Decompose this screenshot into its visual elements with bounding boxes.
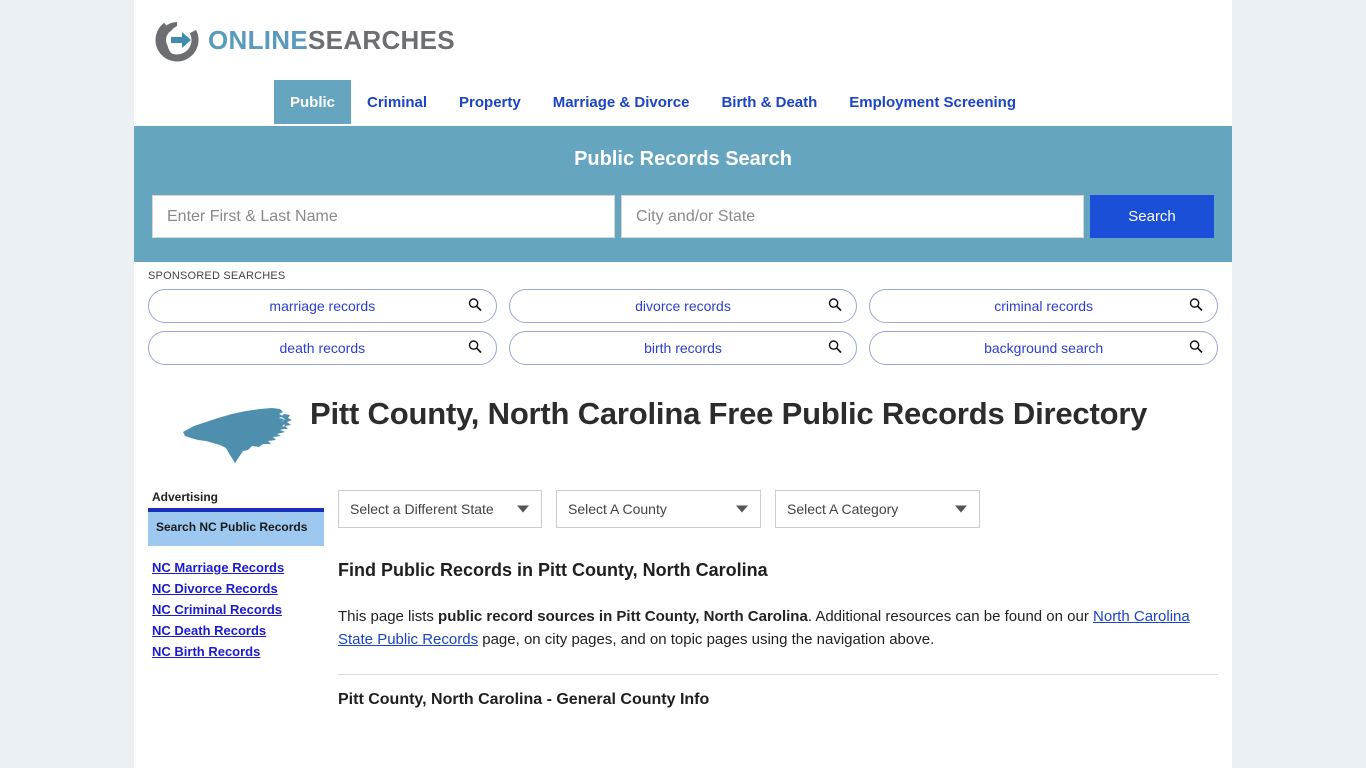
search-band-title: Public Records Search [574, 148, 792, 170]
sponsored-pill-divorce-records[interactable]: divorce records [508, 289, 858, 323]
main-column: Select a Different State Select A County… [324, 490, 1218, 709]
location-search-input[interactable] [621, 195, 1085, 238]
page-body: Pitt County, North Carolina Free Public … [134, 371, 1232, 709]
sidebar-link-nc-birth-records[interactable]: NC Birth Records [152, 644, 324, 659]
nav-item-employment-screening[interactable]: Employment Screening [833, 80, 1032, 124]
county-select[interactable]: Select A County [556, 490, 761, 528]
sidebar-link-nc-criminal-records[interactable]: NC Criminal Records [152, 602, 324, 617]
search-icon [1189, 340, 1203, 357]
sponsored-pill-criminal-records[interactable]: criminal records [869, 289, 1218, 323]
page-title: Pitt County, North Carolina Free Public … [310, 396, 1148, 431]
circle-arrow-icon [154, 17, 200, 63]
site-container: ONLINESEARCHES Public Criminal Property … [134, 0, 1232, 768]
sponsored-pill-label: criminal records [994, 298, 1094, 314]
chevron-down-icon [736, 505, 748, 513]
site-logo[interactable]: ONLINESEARCHES [134, 0, 1232, 80]
name-search-input[interactable] [152, 195, 616, 238]
chevron-down-icon [517, 505, 529, 513]
search-icon [468, 340, 482, 357]
paragraph-bold-text: public record sources in Pitt County, No… [438, 608, 808, 625]
state-select-value: Select a Different State [350, 501, 494, 517]
county-select-value: Select A County [568, 501, 667, 517]
sponsored-searches-section: SPONSORED SEARCHES marriage records divo… [134, 262, 1232, 371]
nav-item-birth-death[interactable]: Birth & Death [705, 80, 833, 124]
nav-item-public[interactable]: Public [274, 80, 352, 124]
advertisement-text: Search NC Public Records [156, 520, 308, 534]
page-root: ONLINESEARCHES Public Criminal Property … [0, 0, 1366, 768]
content-columns: Advertising Search NC Public Records NC … [148, 490, 1218, 709]
page-title-row: Pitt County, North Carolina Free Public … [148, 395, 1218, 472]
sidebar-link-nc-death-records[interactable]: NC Death Records [152, 623, 324, 638]
sidebar-link-nc-marriage-records[interactable]: NC Marriage Records [152, 560, 324, 575]
nav-item-property[interactable]: Property [443, 80, 537, 124]
section-divider [338, 673, 1218, 675]
sponsored-pill-death-records[interactable]: death records [148, 331, 497, 365]
sidebar-link-nc-divorce-records[interactable]: NC Divorce Records [152, 581, 324, 596]
content-heading: Find Public Records in Pitt County, Nort… [338, 560, 768, 580]
sponsored-pill-grid: marriage records divorce records crimina… [148, 289, 1218, 365]
paragraph-text-2: . Additional resources can be found on o… [807, 608, 1094, 625]
state-select[interactable]: Select a Different State [338, 490, 542, 528]
sponsored-pill-marriage-records[interactable]: marriage records [148, 289, 497, 323]
search-icon [828, 340, 842, 357]
content-paragraph: This page lists public record sources in… [338, 605, 1218, 652]
category-select-value: Select A Category [787, 501, 899, 517]
nav-item-marriage-divorce[interactable]: Marriage & Divorce [537, 80, 706, 124]
sponsored-pill-background-search[interactable]: background search [869, 331, 1218, 365]
search-form: Search [152, 195, 1214, 238]
chevron-down-icon [955, 505, 967, 513]
sponsored-pill-label: background search [984, 340, 1104, 356]
sponsored-pill-label: divorce records [635, 298, 731, 314]
paragraph-text-3: page, on city pages, and on topic pages … [478, 631, 935, 649]
paragraph-text-1: This page lists [338, 608, 439, 625]
logo-wordmark: ONLINESEARCHES [208, 25, 455, 56]
logo-searches-text: SEARCHES [308, 24, 455, 55]
sponsored-pill-label: marriage records [269, 298, 376, 314]
nav-item-criminal[interactable]: Criminal [351, 80, 443, 124]
sponsored-pill-label: death records [279, 340, 366, 356]
main-navigation: Public Criminal Property Marriage & Divo… [134, 80, 1232, 126]
sponsored-searches-label: SPONSORED SEARCHES [148, 270, 286, 282]
sponsored-pill-label: birth records [644, 340, 722, 356]
advertisement-box[interactable]: Search NC Public Records [148, 508, 324, 546]
public-records-search-band: Public Records Search Search [134, 126, 1232, 262]
sponsored-pill-birth-records[interactable]: birth records [508, 331, 858, 365]
advertising-label: Advertising [152, 490, 219, 504]
filter-dropdowns: Select a Different State Select A County… [338, 490, 1218, 528]
search-icon [828, 298, 842, 315]
general-county-info-heading: Pitt County, North Carolina - General Co… [338, 690, 710, 708]
category-select[interactable]: Select A Category [775, 490, 980, 528]
search-icon [468, 298, 482, 315]
sidebar-links: NC Marriage Records NC Divorce Records N… [148, 560, 324, 659]
sidebar: Advertising Search NC Public Records NC … [148, 490, 324, 709]
search-button[interactable]: Search [1090, 195, 1214, 238]
north-carolina-state-map-icon [148, 395, 300, 472]
logo-online-text: ONLINE [208, 24, 309, 55]
search-icon [1189, 298, 1203, 315]
